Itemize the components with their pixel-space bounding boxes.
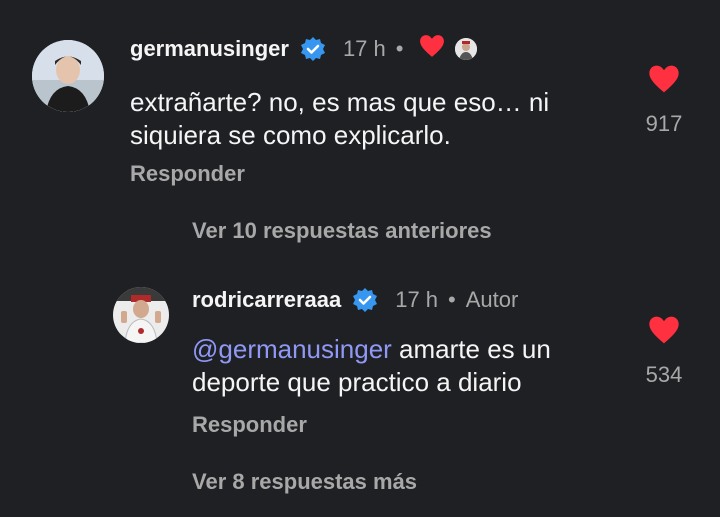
comment-time: 17 h bbox=[342, 36, 386, 61]
verified-badge-icon bbox=[351, 286, 379, 314]
avatar-germanusinger[interactable] bbox=[32, 40, 104, 112]
view-more-replies-button[interactable]: Ver 8 respuestas más bbox=[192, 469, 417, 495]
reply-username[interactable]: rodricarreraaa bbox=[192, 287, 341, 313]
reply-time: 17 h bbox=[395, 287, 439, 312]
comment-like-button[interactable]: 917 bbox=[634, 64, 694, 137]
heart-icon[interactable] bbox=[648, 64, 680, 99]
verified-badge-icon bbox=[299, 35, 327, 63]
separator-dot: • bbox=[395, 36, 404, 61]
reply-like-count: 534 bbox=[645, 362, 683, 387]
avatar-rodricarreraaa[interactable] bbox=[113, 287, 169, 343]
comment-text: extrañarte? no, es mas que eso… ni siqui… bbox=[130, 87, 550, 150]
comment-like-count: 917 bbox=[645, 111, 683, 136]
reply-mention-link[interactable]: @germanusinger bbox=[192, 334, 392, 364]
reply-text: @germanusinger amarte es un deporte que … bbox=[192, 333, 592, 399]
author-tag: Autor bbox=[465, 287, 519, 312]
creator-like-heart-icon bbox=[419, 34, 445, 64]
comment-username[interactable]: germanusinger bbox=[130, 36, 289, 62]
reply-like-button[interactable]: 534 bbox=[634, 315, 694, 388]
separator-dot: • bbox=[448, 287, 456, 312]
comment-reply-button[interactable]: Responder bbox=[130, 161, 245, 187]
view-previous-replies-button[interactable]: Ver 10 respuestas anteriores bbox=[192, 218, 492, 244]
reply-reply-button[interactable]: Responder bbox=[192, 412, 307, 438]
heart-icon[interactable] bbox=[648, 315, 680, 350]
creator-avatar-icon bbox=[455, 38, 478, 60]
